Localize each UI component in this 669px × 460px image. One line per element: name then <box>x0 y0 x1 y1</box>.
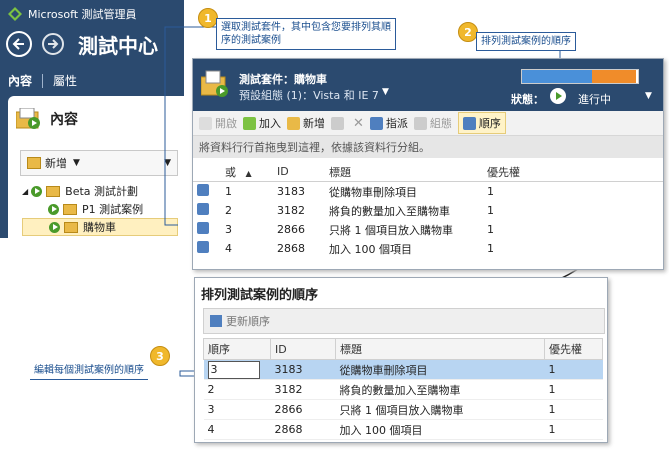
table-row[interactable]: 4 2868 加入 100 個項目 1 <box>203 419 603 440</box>
suite-config: 預設組態 (1)：Vista 和 IE 7 <box>239 89 379 102</box>
cell-order[interactable]: 3 <box>203 399 271 420</box>
cell-title: 加入 100 個項目 <box>329 242 412 256</box>
cell-title: 加入 100 個項目 <box>335 419 545 440</box>
cell-id: 3183 <box>277 185 305 198</box>
new-case-button[interactable]: 新增 <box>287 115 325 131</box>
column-title[interactable]: 標題 <box>325 162 483 182</box>
progress-passed <box>522 70 592 83</box>
cell-id: 3183 <box>270 359 336 380</box>
update-order-icon <box>210 315 222 327</box>
test-case-icon <box>197 222 209 234</box>
cell-title: 從購物車刪除項目 <box>329 185 417 199</box>
assign-button[interactable]: 指派 <box>369 115 408 131</box>
cell-id: 3182 <box>277 204 305 217</box>
open-icon <box>199 116 212 130</box>
table-row[interactable]: 3 2866 只將 1 個項目放入購物車 1 <box>203 399 603 420</box>
cell-priority: 1 <box>544 379 603 400</box>
add-icon <box>243 116 256 130</box>
column-order[interactable]: 或 ▲ <box>221 162 273 182</box>
cell-id: 3182 <box>270 379 336 400</box>
cell-order: 3 <box>225 223 232 236</box>
progress-remaining <box>591 70 636 83</box>
cell-id: 2866 <box>270 399 336 420</box>
table-row[interactable]: 2 3182 將負的數量加入至購物車 1 <box>203 379 603 400</box>
order-grid: 順序 ID 標題 優先權 3 3183 從購物車刪除項目 1 2 3182 將負… <box>203 338 603 440</box>
callout-badge-1: 1 <box>198 8 218 28</box>
group-by-hint: 將資料行行首拖曳到這裡，依據該資料行分組。 <box>193 136 663 158</box>
cell-order[interactable]: 2 <box>203 379 271 400</box>
cell-title: 將負的數量加入至購物車 <box>329 204 450 218</box>
update-order-button[interactable]: 更新順序 <box>226 313 270 329</box>
callout-text-1: 選取測試套件，其中包含您要排列其順序的測試案例 <box>216 18 396 50</box>
cell-order: 2 <box>225 204 232 217</box>
cell-title: 只將 1 個項目放入購物車 <box>335 399 545 420</box>
column-id[interactable]: ID <box>273 162 325 182</box>
test-suite-panel: 測試套件：購物車 預設組態 (1)：Vista 和 IE 7 ▼ 狀態： 進行中… <box>192 58 664 270</box>
table-row[interactable]: 1 3183 從購物車刪除項目 1 <box>193 182 663 202</box>
cell-priority: 1 <box>544 359 603 380</box>
column-id[interactable]: ID <box>270 338 336 360</box>
assign-icon <box>369 116 383 130</box>
table-row[interactable]: 2 3182 將負的數量加入至購物車 1 <box>193 201 663 220</box>
cell-order[interactable]: 4 <box>203 419 271 440</box>
configurations-button[interactable]: 組態 <box>413 115 452 131</box>
cell-order: 1 <box>225 185 232 198</box>
suite-toolbar: 開啟 加入 新增 ✕ 指派 組態 順序 <box>193 111 663 136</box>
progress-bar <box>521 69 639 84</box>
cell-priority: 1 <box>487 223 494 236</box>
column-title[interactable]: 標題 <box>335 338 545 360</box>
test-case-icon <box>197 184 209 196</box>
dialog-title: 排列測試案例的順序 <box>201 288 319 303</box>
cell-title: 將負的數量加入至購物車 <box>335 379 545 400</box>
order-test-cases-dialog: 排列測試案例的順序 更新順序 順序 ID 標題 優先權 3 3183 從購物車刪… <box>194 277 608 443</box>
config-dropdown-icon[interactable]: ▼ <box>382 87 389 97</box>
cell-priority: 1 <box>487 242 494 255</box>
cell-title: 只將 1 個項目放入購物車 <box>329 223 453 237</box>
order-edit-field[interactable]: 3 <box>207 360 260 379</box>
suite-icon <box>200 69 229 99</box>
column-order[interactable]: 順序 <box>203 338 271 360</box>
column-priority[interactable]: 優先權 <box>483 162 663 182</box>
column-priority[interactable]: 優先權 <box>544 338 603 360</box>
cell-priority: 1 <box>487 185 494 198</box>
test-case-icon <box>197 203 209 215</box>
order-button[interactable]: 順序 <box>457 112 506 134</box>
cell-priority: 1 <box>544 419 603 440</box>
remove-icon[interactable]: ✕ <box>353 116 364 131</box>
table-row[interactable]: 4 2868 加入 100 個項目 1 <box>193 239 663 258</box>
cell-order: 4 <box>225 242 232 255</box>
callout-badge-2: 2 <box>458 22 478 42</box>
callout-text-2: 排列測試案例的順序 <box>476 32 576 51</box>
callout-text-3: 編輯每個測試案例的順序 <box>30 362 148 380</box>
order-icon <box>462 116 476 130</box>
add-button[interactable]: 加入 <box>243 115 281 131</box>
state-label: 狀態： <box>511 93 544 106</box>
copy-icon[interactable] <box>331 116 347 130</box>
table-row[interactable]: 3 2866 只將 1 個項目放入購物車 1 <box>193 220 663 239</box>
order-toolbar: 更新順序 <box>203 308 605 334</box>
test-case-icon <box>197 241 209 253</box>
suite-title: 測試套件：購物車 <box>239 73 327 86</box>
configurations-icon <box>413 116 427 130</box>
test-case-grid: 或 ▲ ID 標題 優先權 1 3183 從購物車刪除項目 1 2 3182 將… <box>193 162 663 258</box>
cell-priority: 1 <box>487 204 494 217</box>
grid-header-row: 順序 ID 標題 優先權 <box>203 338 603 360</box>
suite-header: 測試套件：購物車 預設組態 (1)：Vista 和 IE 7 ▼ 狀態： 進行中… <box>193 59 663 111</box>
cell-id: 2868 <box>270 419 336 440</box>
callout-badge-3: 3 <box>150 346 170 366</box>
cell-priority: 1 <box>544 399 603 420</box>
cell-id: 2868 <box>277 242 305 255</box>
state-icon <box>550 88 566 104</box>
grid-header-row: 或 ▲ ID 標題 優先權 <box>193 162 663 182</box>
table-row[interactable]: 3 3183 從購物車刪除項目 1 <box>203 359 603 380</box>
cell-id: 2866 <box>277 223 305 236</box>
state-value[interactable]: 進行中 <box>578 91 611 107</box>
new-icon <box>287 116 300 130</box>
state-dropdown-icon[interactable]: ▼ <box>645 91 652 101</box>
cell-title: 從購物車刪除項目 <box>335 359 545 380</box>
open-button[interactable]: 開啟 <box>199 115 237 131</box>
